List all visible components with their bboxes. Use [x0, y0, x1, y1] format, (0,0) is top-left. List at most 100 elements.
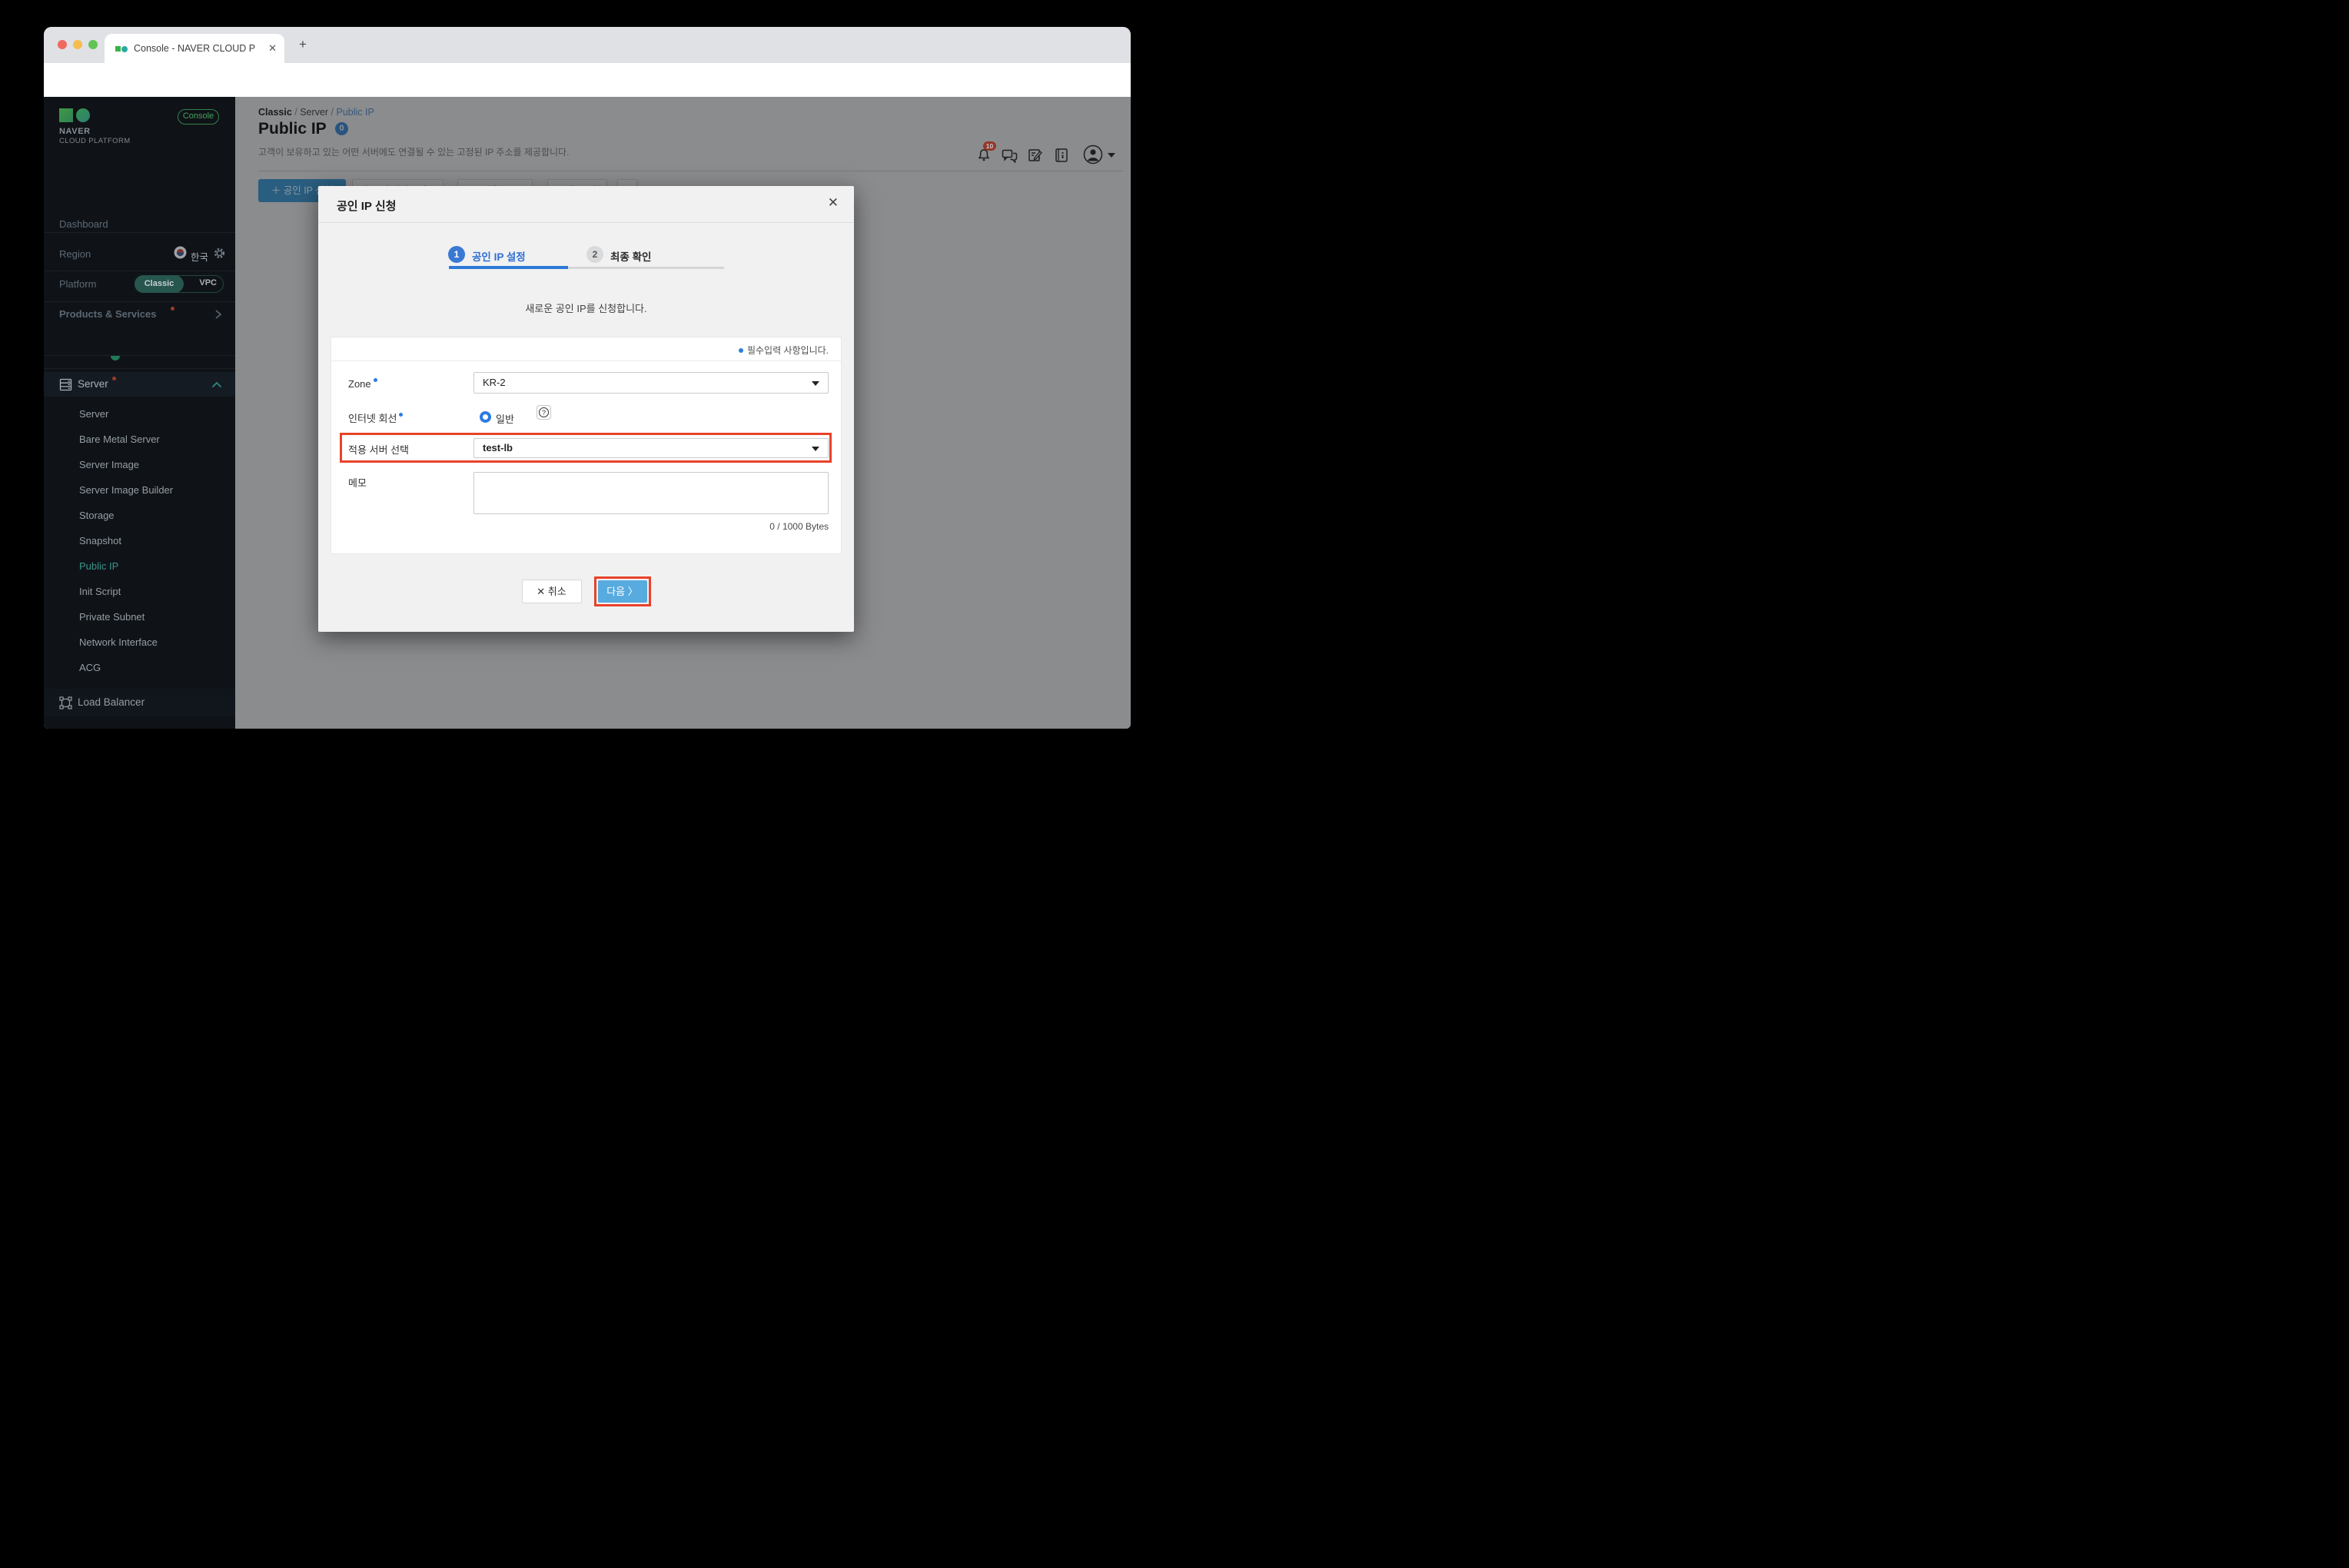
sidebar-subitem[interactable]: Snapshot: [44, 528, 235, 553]
sidebar-subitem[interactable]: Init Script: [44, 579, 235, 604]
sidebar-group-load-balancer-label: Load Balancer: [78, 696, 145, 708]
sidebar-subitem[interactable]: Private Subnet: [44, 604, 235, 630]
step-progress-inactive: [568, 267, 724, 269]
required-dot: [738, 348, 743, 353]
highlight-annotation-box: 다음 〉: [593, 576, 651, 606]
sidebar-group-load-balancer[interactable]: Load Balancer: [44, 689, 235, 716]
tab-close-icon[interactable]: ✕: [268, 42, 277, 55]
browser-tabstrip: Console - NAVER CLOUD PLAT ✕ +: [44, 27, 1131, 63]
breadcrumb-classic[interactable]: Classic: [258, 107, 292, 118]
modal-intro-text: 새로운 공인 IP를 신청합니다.: [525, 303, 647, 314]
internet-line-option-label: 일반: [496, 414, 514, 425]
memo-byte-counter: 0 / 1000 Bytes: [769, 521, 829, 532]
modal-title: 공인 IP 신청: [337, 200, 397, 213]
sidebar-submenu: Server Bare Metal Server Server Image Serve…: [44, 401, 235, 680]
breadcrumb: Classic / Server / Public IP: [258, 107, 374, 118]
modal-close-icon[interactable]: ✕: [828, 195, 839, 211]
sidebar-subitem[interactable]: Server Image: [44, 452, 235, 477]
public-ip-request-modal: 공인 IP 신청 ✕ 1 공인 IP 설정 2 최종 확인 새로운 공인 IP를…: [318, 186, 854, 632]
platform-toggle[interactable]: Classic VPC: [135, 275, 224, 293]
divider: [44, 368, 235, 369]
step-2-label: 최종 확인: [610, 251, 652, 263]
next-button[interactable]: 다음 〉: [597, 580, 647, 603]
internet-line-label: 인터넷 회선: [348, 410, 404, 425]
modal-header: 공인 IP 신청 ✕: [318, 186, 854, 223]
screen: Console - NAVER CLOUD PLAT ✕ + console.n…: [0, 0, 1174, 784]
zone-select-value: KR-2: [483, 377, 506, 388]
step-2-circle: 2: [586, 246, 603, 263]
sidebar-subitem[interactable]: Bare Metal Server: [44, 427, 235, 452]
notification-count-badge: 10: [983, 141, 996, 151]
breadcrumb-server[interactable]: Server: [300, 107, 328, 118]
window-zoom-button[interactable]: [88, 40, 98, 49]
sidebar: NAVER CLOUD PLATFORM Console Dashboard R…: [44, 97, 235, 729]
ncloud-favicon: [115, 46, 121, 51]
caret-down-icon: [812, 447, 819, 451]
notification-bell-icon[interactable]: 10: [976, 141, 996, 164]
region-value[interactable]: 한국: [191, 249, 208, 264]
divider: [44, 232, 235, 233]
step-1-circle: 1: [448, 246, 465, 263]
sidebar-subitem[interactable]: Public IP: [44, 553, 235, 579]
form-card: 필수입력 사항입니다. Zone KR-2 인터넷 회선 일반 ? 적용 서버 …: [331, 337, 842, 554]
question-mark-icon: ?: [539, 407, 549, 417]
sidebar-subitem[interactable]: Network Interface: [44, 630, 235, 655]
region-settings-gear-icon[interactable]: [214, 247, 225, 259]
account-avatar[interactable]: [1083, 145, 1103, 164]
step-progress-active: [449, 266, 568, 269]
sidebar-subitem[interactable]: Storage: [44, 503, 235, 528]
chevron-up-icon[interactable]: [211, 381, 222, 388]
apply-server-select-value: test-lb: [483, 442, 513, 453]
zone-select[interactable]: KR-2: [473, 372, 829, 394]
user-guide-book-icon[interactable]: [1055, 148, 1068, 163]
cancel-button[interactable]: ✕ 취소: [521, 580, 582, 603]
browser-tab[interactable]: Console - NAVER CLOUD PLAT ✕: [105, 34, 284, 63]
platform-option-vpc[interactable]: VPC: [199, 278, 217, 287]
browser-toolbar: console.ncloud.com/server/publicIP ☆: [44, 63, 1131, 128]
console-badge[interactable]: Console: [178, 109, 219, 125]
notification-dot: [171, 307, 174, 311]
region-label: Region: [59, 248, 91, 260]
support-chat-icon[interactable]: [1002, 149, 1018, 163]
required-note: 필수입력 사항입니다.: [738, 344, 829, 357]
plus-icon: ＋: [271, 185, 284, 196]
page-title: Public IP: [258, 120, 327, 138]
apply-server-label: 적용 서버 선택: [348, 444, 409, 456]
x-icon: ✕: [537, 586, 548, 597]
breadcrumb-public-ip[interactable]: Public IP: [336, 107, 374, 118]
sidebar-subitem[interactable]: Server Image Builder: [44, 477, 235, 503]
load-balancer-icon: [59, 696, 72, 709]
step-1-label: 공인 IP 설정: [472, 251, 526, 263]
sidebar-subitem[interactable]: Server: [44, 401, 235, 427]
zone-label: Zone: [348, 378, 377, 390]
chevron-right-icon: 〉: [625, 586, 638, 597]
count-badge: 0: [335, 122, 348, 135]
new-tab-button[interactable]: +: [299, 37, 307, 52]
modal-footer: ✕ 취소 다음 〉: [318, 576, 854, 606]
sidebar-subitem[interactable]: ACG: [44, 655, 235, 680]
window-close-button[interactable]: [58, 40, 67, 49]
window-minimize-button[interactable]: [73, 40, 82, 49]
divider: [331, 360, 841, 361]
ncp-logo-subtext: CLOUD PLATFORM: [59, 137, 131, 145]
required-dot: [399, 413, 404, 417]
account-caret-down-icon[interactable]: [1108, 153, 1115, 158]
server-icon: [59, 378, 72, 391]
platform-option-classic[interactable]: Classic: [135, 275, 184, 293]
survey-form-icon[interactable]: [1028, 148, 1043, 163]
sidebar-item-products-services[interactable]: Products & Services: [59, 308, 156, 320]
divider: [44, 301, 235, 302]
ncloud-favicon-circle: [121, 46, 128, 52]
memo-textarea[interactable]: [473, 472, 829, 514]
memo-label: 메모: [348, 477, 367, 489]
korea-flag-icon: [174, 246, 187, 259]
help-button[interactable]: ?: [537, 405, 551, 420]
internet-line-radio-selected[interactable]: [480, 411, 491, 423]
tab-title: Console - NAVER CLOUD PLAT: [134, 43, 255, 54]
scrolled-item-peek: [111, 356, 120, 360]
apply-server-select[interactable]: test-lb: [473, 438, 829, 458]
platform-label: Platform: [59, 278, 97, 290]
caret-down-icon: [812, 381, 819, 386]
sidebar-group-server[interactable]: Server: [44, 372, 235, 397]
sidebar-item-dashboard[interactable]: Dashboard: [59, 218, 108, 230]
